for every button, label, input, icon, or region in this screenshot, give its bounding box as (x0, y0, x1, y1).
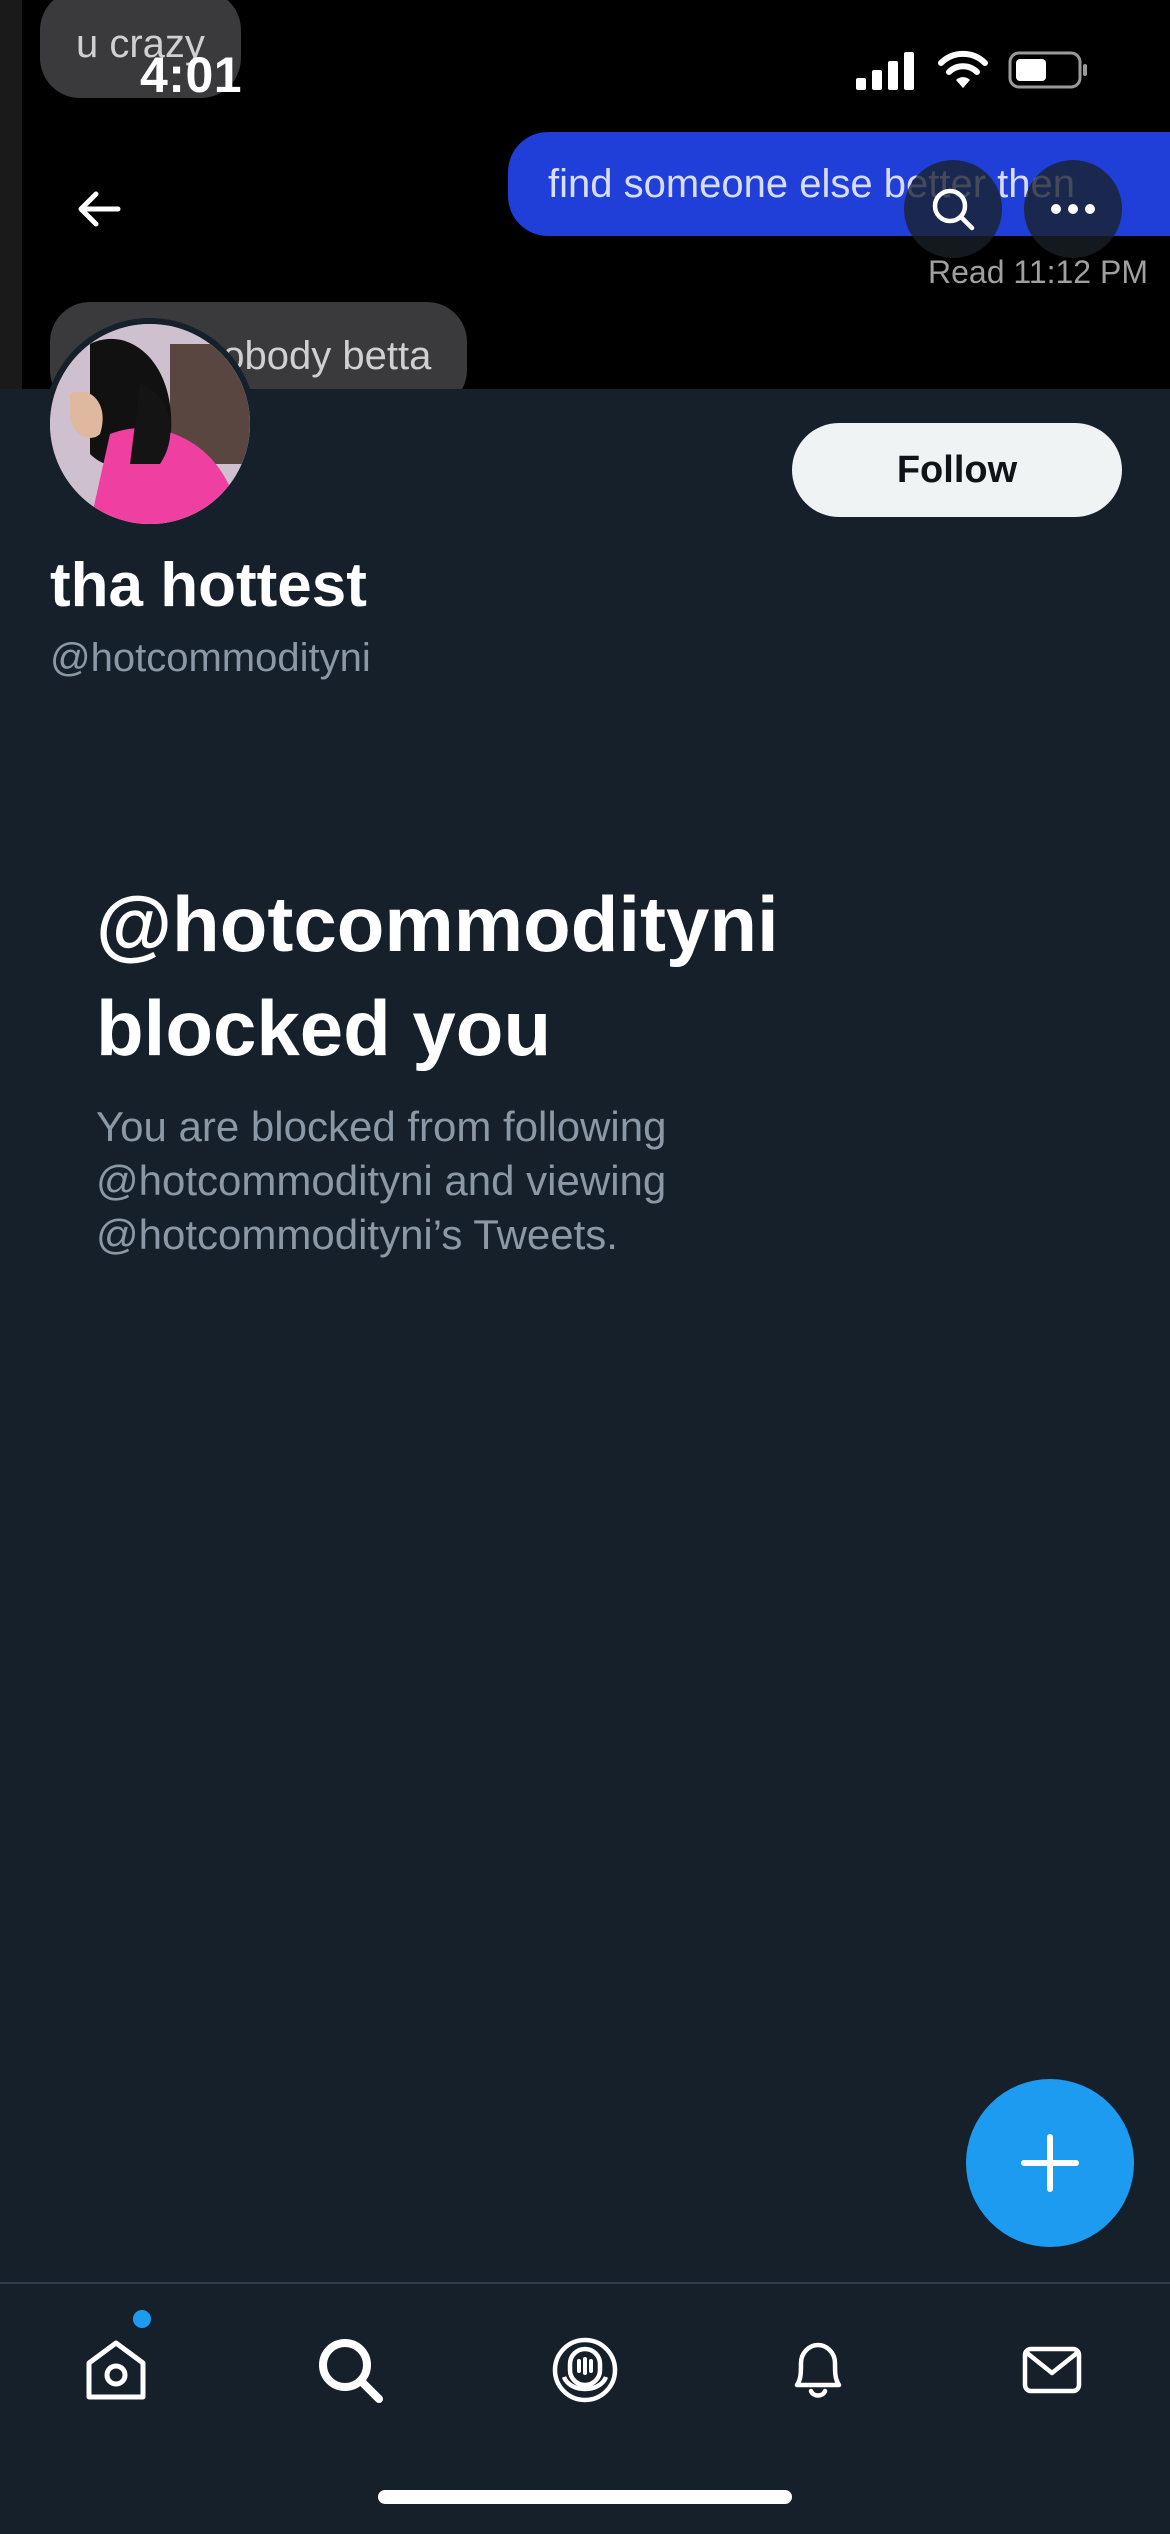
status-time: 4:01 (140, 47, 243, 103)
avatar-photo (50, 324, 250, 524)
plus-icon (1021, 2134, 1079, 2192)
home-icon (86, 2340, 146, 2400)
status-icons (854, 50, 1090, 90)
back-button[interactable] (50, 160, 148, 258)
battery-icon (1008, 51, 1087, 89)
wifi-icon (938, 50, 988, 88)
follow-button[interactable]: Follow (792, 423, 1122, 517)
arrow-left-icon (78, 191, 121, 227)
blocked-title-line2: blocked you (96, 984, 552, 1072)
blocked-description: You are blocked from following @hotcommo… (96, 1100, 796, 1262)
search-icon (932, 188, 975, 231)
signal-icon (856, 52, 914, 90)
profile-handle: @hotcommodityni (50, 636, 371, 680)
blocked-desc-line2: @hotcommodityni and viewing (96, 1157, 667, 1204)
spaces-icon (552, 2337, 618, 2403)
more-icon (1051, 204, 1095, 214)
mail-icon (1022, 2346, 1082, 2394)
avatar[interactable] (44, 318, 256, 530)
tab-notifications[interactable] (768, 2320, 868, 2420)
banner-read-receipt: Read 11:12 PM (928, 254, 1148, 290)
tab-messages[interactable] (1002, 2320, 1102, 2420)
profile-display-name: tha hottest (50, 551, 367, 620)
home-notification-dot (133, 2310, 151, 2328)
blocked-title-line1: @hotcommodityni (96, 880, 779, 968)
compose-tweet-button[interactable] (966, 2079, 1134, 2247)
tab-home[interactable] (66, 2320, 166, 2420)
blocked-desc-line3: @hotcommodityni’s Tweets. (96, 1211, 618, 1258)
tab-search[interactable] (300, 2320, 400, 2420)
search-button[interactable] (904, 160, 1002, 258)
tab-spaces[interactable] (535, 2320, 635, 2420)
blocked-desc-line1: You are blocked from following (96, 1103, 667, 1150)
bell-icon (794, 2342, 842, 2398)
home-indicator[interactable] (378, 2490, 792, 2504)
banner-edge (0, 0, 22, 389)
search-icon (319, 2339, 383, 2403)
blocked-title: @hotcommodityni blocked you (96, 872, 1056, 1080)
more-options-button[interactable] (1024, 160, 1122, 258)
